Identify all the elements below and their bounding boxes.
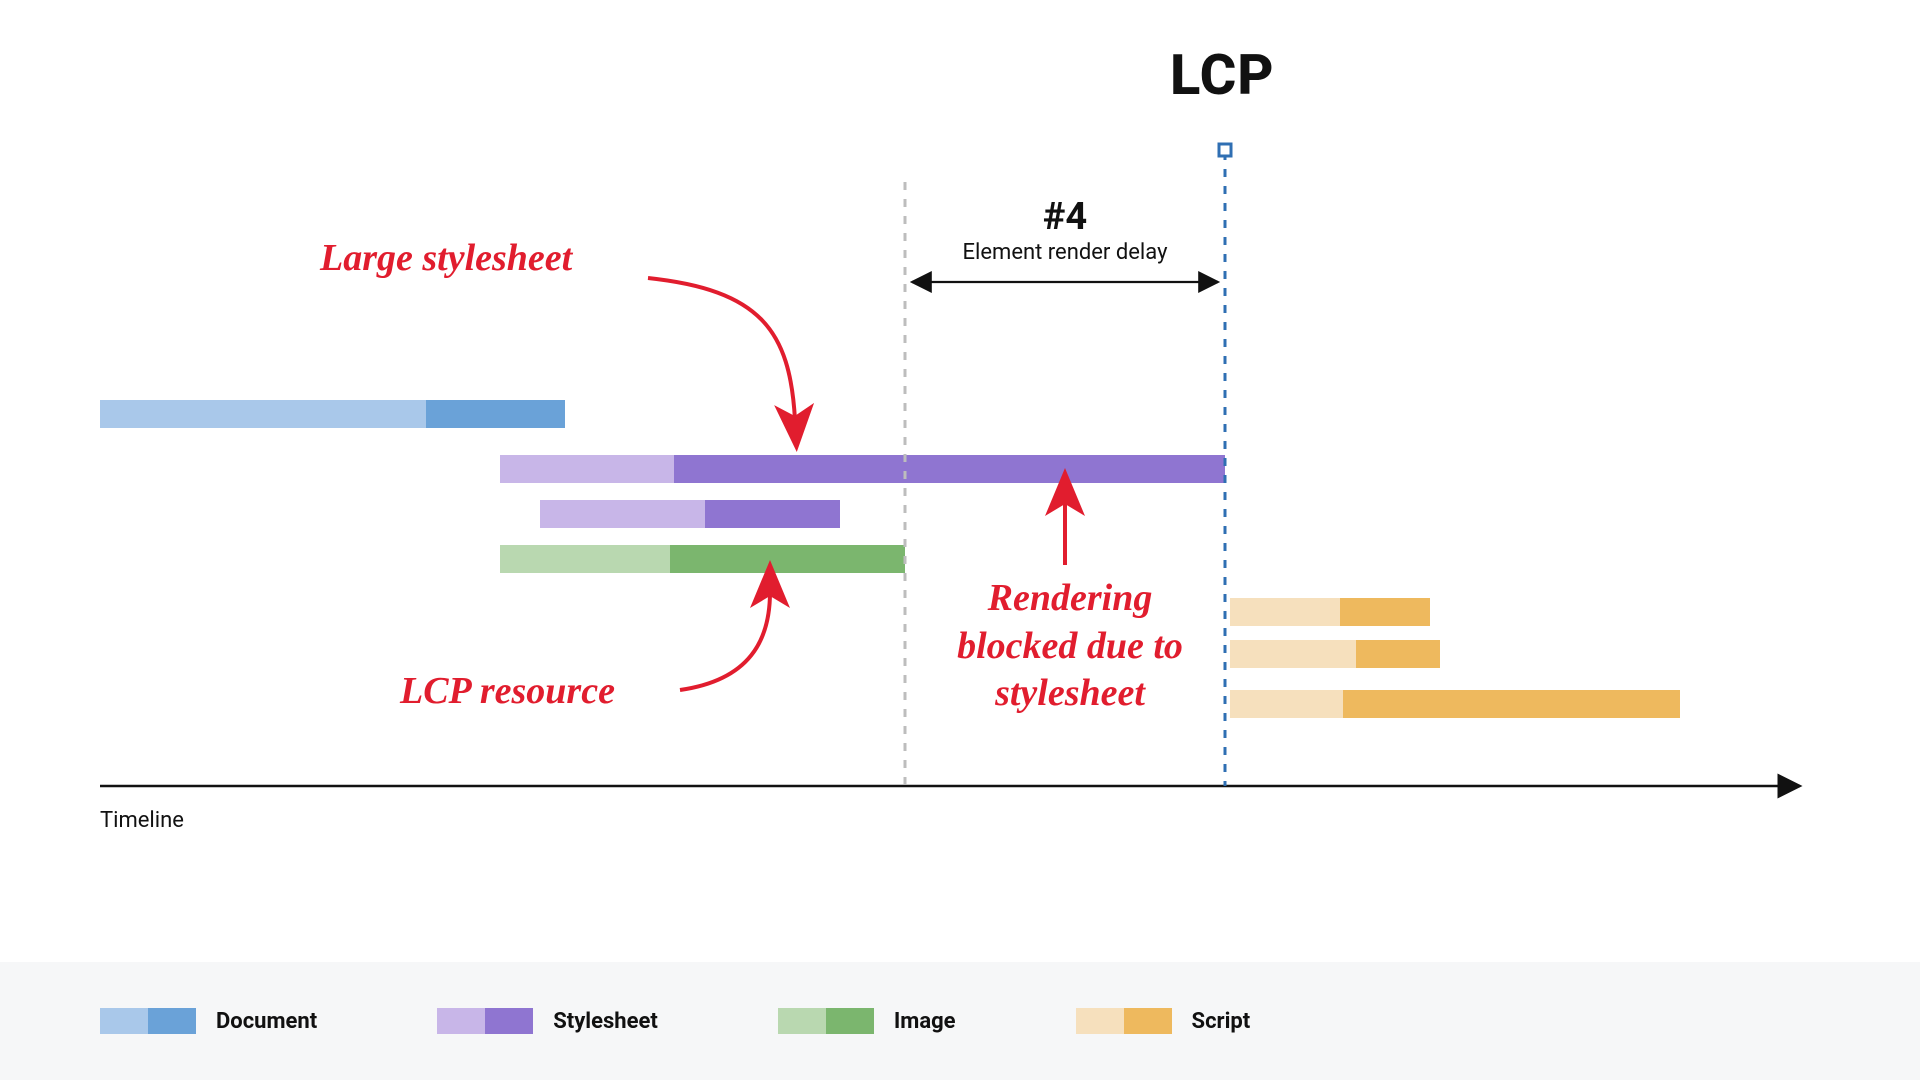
legend-item-script: Script bbox=[1076, 1008, 1251, 1034]
diagram-canvas: LCP #4 Element render delay Large styles… bbox=[0, 0, 1920, 1080]
legend-swatch bbox=[1076, 1008, 1172, 1034]
overlay-svg bbox=[0, 0, 1920, 1080]
section4-subtitle: Element render delay bbox=[905, 240, 1225, 265]
bar-stylesheet2 bbox=[540, 500, 840, 528]
legend-item-stylesheet: Stylesheet bbox=[437, 1008, 658, 1034]
bar-document bbox=[100, 400, 565, 428]
bar-script1 bbox=[1230, 598, 1430, 626]
legend-label: Stylesheet bbox=[553, 1009, 658, 1034]
lcp-marker-cap bbox=[1219, 144, 1231, 156]
bar-stylesheet1 bbox=[500, 455, 1225, 483]
legend-label: Script bbox=[1192, 1009, 1251, 1034]
legend-item-image: Image bbox=[778, 1008, 956, 1034]
legend-label: Image bbox=[894, 1009, 956, 1034]
legend-swatch bbox=[100, 1008, 196, 1034]
annotation-large-stylesheet: Large stylesheet bbox=[320, 235, 572, 283]
lcp-title: LCP bbox=[1170, 42, 1275, 108]
bar-script2 bbox=[1230, 640, 1440, 668]
legend-item-document: Document bbox=[100, 1008, 317, 1034]
arrow-lcp-resource bbox=[680, 592, 770, 690]
section4-title: #4 bbox=[905, 195, 1225, 239]
annotation-lcp-resource: LCP resource bbox=[400, 668, 615, 716]
legend-swatch bbox=[778, 1008, 874, 1034]
bar-image bbox=[500, 545, 905, 573]
arrow-large-stylesheet bbox=[648, 278, 795, 420]
bar-script3 bbox=[1230, 690, 1680, 718]
legend-swatch bbox=[437, 1008, 533, 1034]
timeline-axis-label: Timeline bbox=[100, 808, 184, 833]
legend-label: Document bbox=[216, 1009, 317, 1034]
annotation-rendering-blocked: Rendering blocked due to stylesheet bbox=[940, 575, 1200, 718]
legend: Document Stylesheet Image Script bbox=[0, 962, 1920, 1080]
